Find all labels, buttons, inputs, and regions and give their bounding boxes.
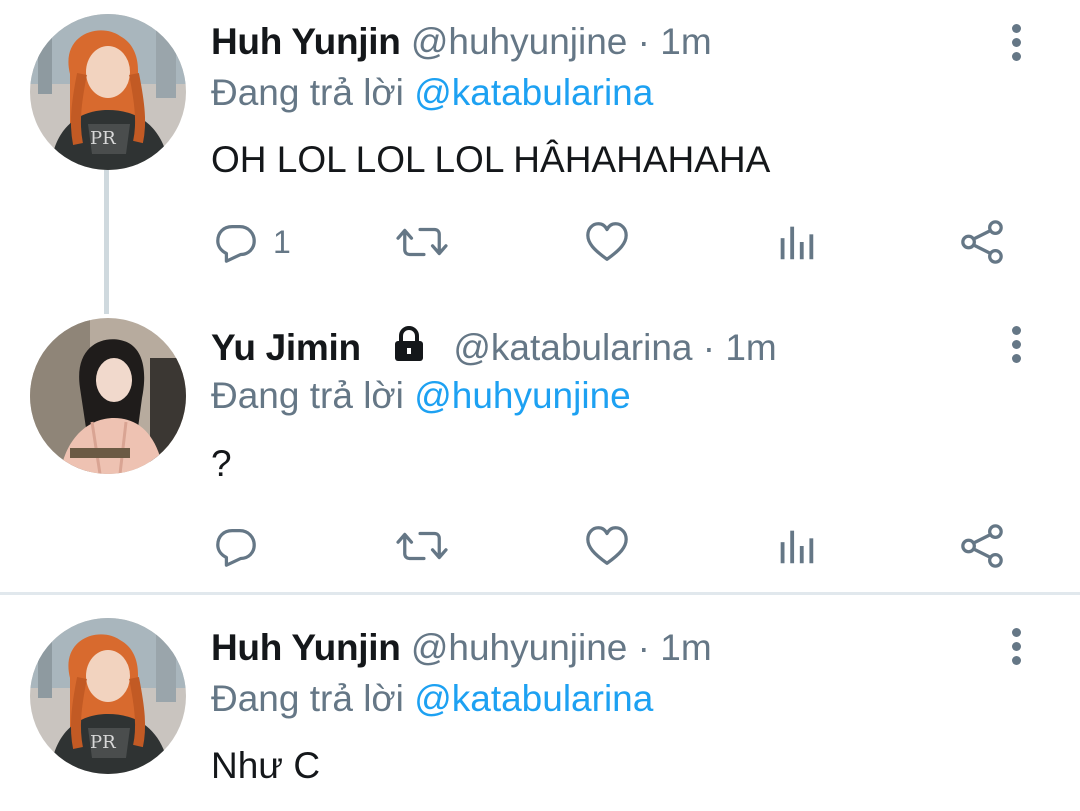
like-button[interactable]	[584, 518, 630, 574]
tweet-item[interactable]: Huh Yunjin @huhyunjine · 1m Đang trả lời…	[0, 596, 1080, 811]
retweet-icon	[395, 523, 449, 569]
avatar[interactable]	[30, 618, 186, 774]
mention-link[interactable]: @katabularina	[414, 678, 653, 719]
retweet-icon	[395, 219, 449, 265]
more-vertical-icon	[1011, 325, 1021, 335]
handle-timestamp: @katabularina · 1m	[453, 327, 777, 368]
heart-icon	[584, 523, 630, 569]
heart-icon	[584, 219, 630, 265]
tweet-actions	[211, 518, 1031, 574]
avatar[interactable]	[30, 318, 186, 474]
retweet-button[interactable]	[395, 518, 449, 574]
tweet-item[interactable]: Yu Jimin @katabularina · 1m Đang trả lời…	[0, 300, 1080, 592]
tweet-item[interactable]: Huh Yunjin @huhyunjine · 1m Đang trả lời…	[0, 0, 1080, 300]
tweet-text: ?	[211, 443, 232, 484]
tweet-header: Yu Jimin @katabularina · 1m	[211, 324, 777, 372]
tweet-divider	[0, 592, 1080, 595]
tweet-text: Như C	[211, 745, 321, 786]
more-vertical-icon	[1011, 23, 1021, 33]
share-button[interactable]	[959, 214, 1005, 270]
more-vertical-icon	[1011, 655, 1021, 665]
avatar-image	[30, 14, 186, 170]
lock-icon	[389, 324, 429, 364]
share-icon	[959, 523, 1005, 569]
replying-to: Đang trả lời @huhyunjine	[211, 372, 631, 420]
reply-icon	[213, 523, 259, 569]
avatar[interactable]	[30, 14, 186, 170]
replying-to-label: Đang trả lời	[211, 375, 415, 416]
more-options-button[interactable]	[1000, 18, 1032, 66]
more-vertical-icon	[1011, 37, 1021, 47]
mention-link[interactable]: @huhyunjine	[414, 375, 631, 416]
more-vertical-icon	[1011, 353, 1021, 363]
replying-to: Đang trả lời @katabularina	[211, 69, 653, 117]
replying-to-label: Đang trả lời	[211, 72, 415, 113]
handle-timestamp: @huhyunjine · 1m	[410, 21, 712, 62]
reply-button[interactable]: 1	[213, 214, 291, 270]
display-name[interactable]: Huh Yunjin	[211, 627, 401, 668]
avatar-image	[30, 618, 186, 774]
analytics-button[interactable]	[776, 518, 816, 574]
analytics-icon	[776, 219, 816, 265]
tweet-text: OH LOL LOL LOL HÂHAHAHAHA	[211, 139, 771, 180]
more-vertical-icon	[1011, 51, 1021, 61]
like-button[interactable]	[584, 214, 630, 270]
tweet-actions: 1	[211, 214, 1031, 270]
reply-button[interactable]	[213, 518, 273, 574]
more-vertical-icon	[1011, 627, 1021, 637]
tweet-header: Huh Yunjin @huhyunjine · 1m	[211, 18, 712, 66]
tweet-header: Huh Yunjin @huhyunjine · 1m	[211, 624, 712, 672]
handle-timestamp: @huhyunjine · 1m	[410, 627, 712, 668]
share-icon	[959, 219, 1005, 265]
avatar-image	[30, 318, 186, 474]
analytics-icon	[776, 523, 816, 569]
retweet-button[interactable]	[395, 214, 449, 270]
reply-count: 1	[273, 223, 291, 260]
more-vertical-icon	[1011, 641, 1021, 651]
reply-icon	[213, 219, 259, 265]
more-options-button[interactable]	[1000, 622, 1032, 670]
display-name[interactable]: Huh Yunjin	[211, 21, 401, 62]
display-name[interactable]: Yu Jimin	[211, 327, 361, 368]
mention-link[interactable]: @katabularina	[414, 72, 653, 113]
replying-to-label: Đang trả lời	[211, 678, 415, 719]
analytics-button[interactable]	[776, 214, 816, 270]
share-button[interactable]	[959, 518, 1005, 574]
more-vertical-icon	[1011, 339, 1021, 349]
replying-to: Đang trả lời @katabularina	[211, 675, 653, 723]
more-options-button[interactable]	[1000, 320, 1032, 368]
